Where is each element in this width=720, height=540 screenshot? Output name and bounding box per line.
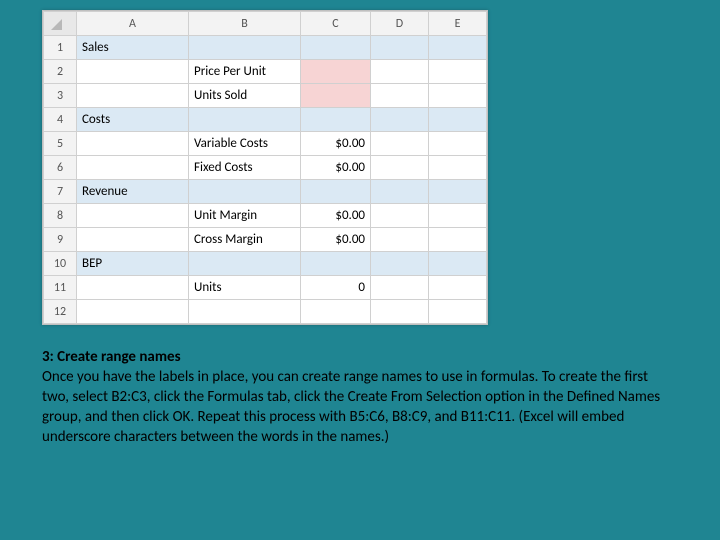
cell-D12[interactable] <box>371 300 429 324</box>
cell-E9[interactable] <box>429 228 487 252</box>
row-header-1[interactable]: 1 <box>44 36 77 60</box>
cell-D7[interactable] <box>371 180 429 204</box>
cell-E2[interactable] <box>429 60 487 84</box>
cell-C12[interactable] <box>301 300 371 324</box>
row-header-8[interactable]: 8 <box>44 204 77 228</box>
select-all-corner[interactable] <box>44 12 77 36</box>
cell-D2[interactable] <box>371 60 429 84</box>
row-header-10[interactable]: 10 <box>44 252 77 276</box>
col-header-B[interactable]: B <box>189 12 301 36</box>
cell-A1[interactable]: Sales <box>77 36 189 60</box>
cell-E3[interactable] <box>429 84 487 108</box>
cell-D1[interactable] <box>371 36 429 60</box>
row-header-9[interactable]: 9 <box>44 228 77 252</box>
cell-D9[interactable] <box>371 228 429 252</box>
spreadsheet-grid[interactable]: A B C D E 1 Sales 2 Price Per Unit <box>43 11 487 324</box>
cell-B5[interactable]: Variable Costs <box>189 132 301 156</box>
cell-C7[interactable] <box>301 180 371 204</box>
cell-E7[interactable] <box>429 180 487 204</box>
cell-D6[interactable] <box>371 156 429 180</box>
cell-C3[interactable] <box>301 84 371 108</box>
cell-E11[interactable] <box>429 276 487 300</box>
col-header-C[interactable]: C <box>301 12 371 36</box>
row-header-11[interactable]: 11 <box>44 276 77 300</box>
col-header-E[interactable]: E <box>429 12 487 36</box>
instruction-body: Once you have the labels in place, you c… <box>42 368 660 446</box>
cell-A5[interactable] <box>77 132 189 156</box>
row-header-3[interactable]: 3 <box>44 84 77 108</box>
cell-B9[interactable]: Cross Margin <box>189 228 301 252</box>
cell-E4[interactable] <box>429 108 487 132</box>
cell-D4[interactable] <box>371 108 429 132</box>
col-header-A[interactable]: A <box>77 12 189 36</box>
col-header-D[interactable]: D <box>371 12 429 36</box>
cell-E6[interactable] <box>429 156 487 180</box>
cell-C6[interactable]: $0.00 <box>301 156 371 180</box>
cell-B6[interactable]: Fixed Costs <box>189 156 301 180</box>
cell-C11[interactable]: 0 <box>301 276 371 300</box>
cell-A9[interactable] <box>77 228 189 252</box>
cell-D10[interactable] <box>371 252 429 276</box>
cell-D8[interactable] <box>371 204 429 228</box>
cell-A10[interactable]: BEP <box>77 252 189 276</box>
cell-A7[interactable]: Revenue <box>77 180 189 204</box>
spreadsheet: A B C D E 1 Sales 2 Price Per Unit <box>42 10 488 325</box>
cell-B3[interactable]: Units Sold <box>189 84 301 108</box>
row-header-4[interactable]: 4 <box>44 108 77 132</box>
cell-E12[interactable] <box>429 300 487 324</box>
cell-B2[interactable]: Price Per Unit <box>189 60 301 84</box>
cell-C8[interactable]: $0.00 <box>301 204 371 228</box>
cell-D11[interactable] <box>371 276 429 300</box>
row-header-7[interactable]: 7 <box>44 180 77 204</box>
cell-E10[interactable] <box>429 252 487 276</box>
cell-A8[interactable] <box>77 204 189 228</box>
cell-C10[interactable] <box>301 252 371 276</box>
row-header-5[interactable]: 5 <box>44 132 77 156</box>
cell-B10[interactable] <box>189 252 301 276</box>
cell-C4[interactable] <box>301 108 371 132</box>
cell-E5[interactable] <box>429 132 487 156</box>
row-header-6[interactable]: 6 <box>44 156 77 180</box>
cell-A2[interactable] <box>77 60 189 84</box>
instruction-heading: 3: Create range names <box>42 348 181 366</box>
cell-A11[interactable] <box>77 276 189 300</box>
cell-C1[interactable] <box>301 36 371 60</box>
cell-A4[interactable]: Costs <box>77 108 189 132</box>
cell-E8[interactable] <box>429 204 487 228</box>
cell-B7[interactable] <box>189 180 301 204</box>
row-header-2[interactable]: 2 <box>44 60 77 84</box>
cell-B12[interactable] <box>189 300 301 324</box>
cell-B8[interactable]: Unit Margin <box>189 204 301 228</box>
cell-B1[interactable] <box>189 36 301 60</box>
cell-C5[interactable]: $0.00 <box>301 132 371 156</box>
cell-E1[interactable] <box>429 36 487 60</box>
instruction-block: 3: Create range names Once you have the … <box>42 348 662 448</box>
cell-B11[interactable]: Units <box>189 276 301 300</box>
cell-A6[interactable] <box>77 156 189 180</box>
cell-A12[interactable] <box>77 300 189 324</box>
row-header-12[interactable]: 12 <box>44 300 77 324</box>
cell-D3[interactable] <box>371 84 429 108</box>
cell-A3[interactable] <box>77 84 189 108</box>
cell-B4[interactable] <box>189 108 301 132</box>
cell-C9[interactable]: $0.00 <box>301 228 371 252</box>
cell-D5[interactable] <box>371 132 429 156</box>
cell-C2[interactable] <box>301 60 371 84</box>
